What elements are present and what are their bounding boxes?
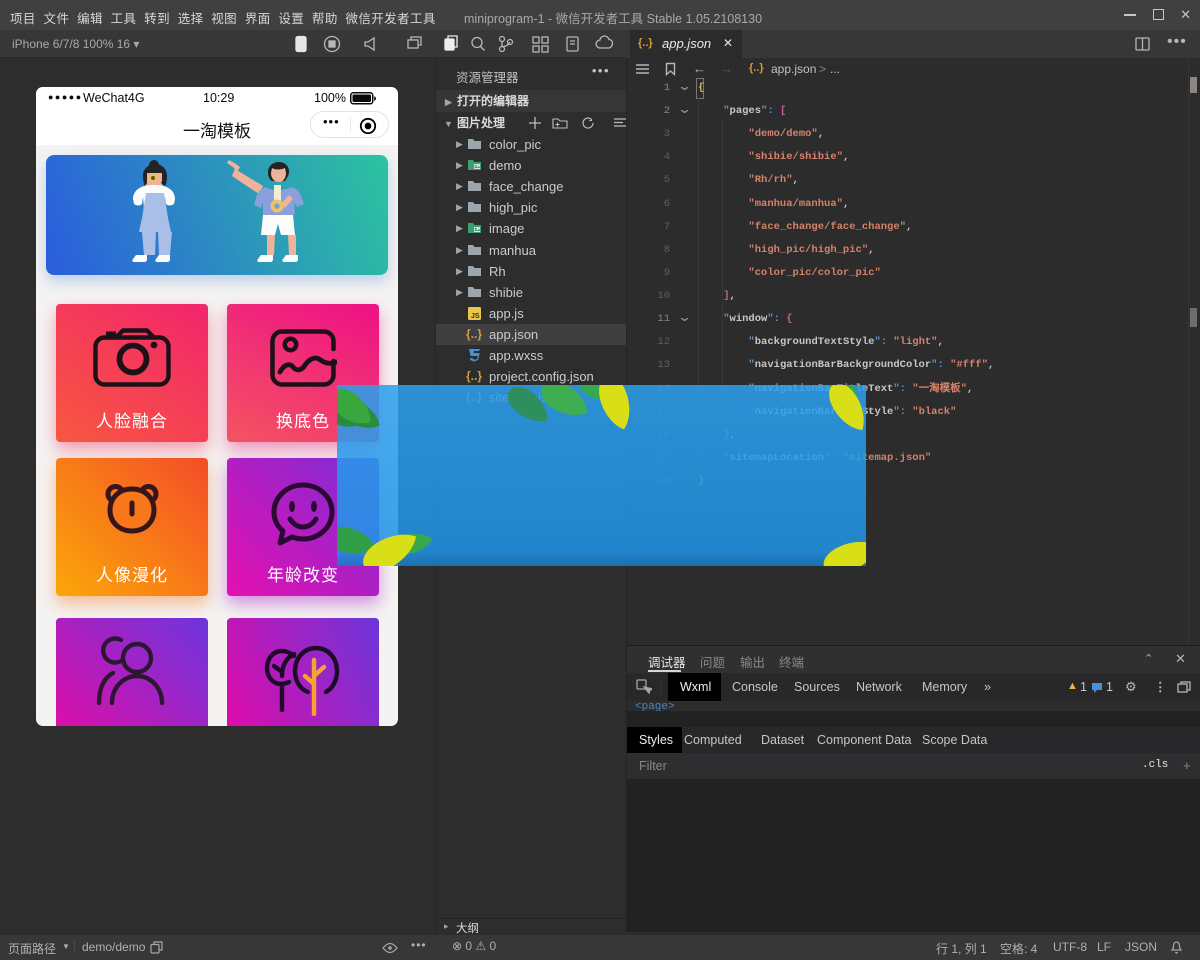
svg-text:JS: JS	[471, 313, 480, 320]
